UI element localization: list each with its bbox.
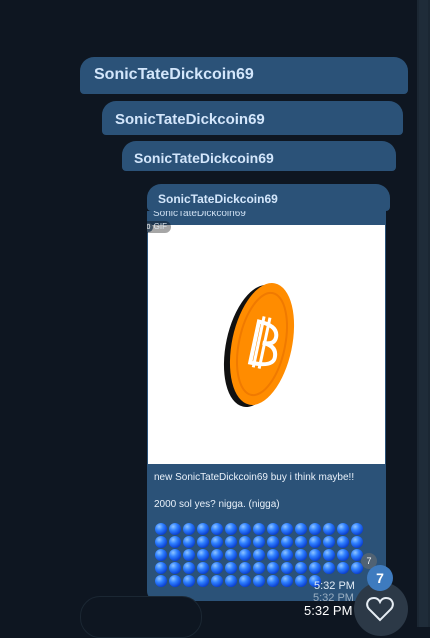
blue-circle-emoji-icon xyxy=(239,575,251,587)
blue-circle-emoji-icon xyxy=(253,536,265,548)
message-bubble[interactable]: SonicTateDickcoin69 GIF 0 new SonicTateD… xyxy=(147,211,386,601)
blue-circle-emoji-icon xyxy=(351,536,363,548)
blue-circle-emoji-icon xyxy=(295,536,307,548)
blue-circle-emoji-icon xyxy=(295,549,307,561)
blue-circle-emoji-icon xyxy=(211,575,223,587)
emoji-grid xyxy=(155,523,375,587)
blue-circle-emoji-icon xyxy=(197,536,209,548)
quoted-sender-3[interactable]: SonicTateDickcoin69 xyxy=(122,141,396,171)
blue-circle-emoji-icon xyxy=(225,523,237,535)
blue-circle-emoji-icon xyxy=(337,549,349,561)
blue-circle-emoji-icon xyxy=(281,562,293,574)
blue-circle-emoji-icon xyxy=(309,536,321,548)
blue-circle-emoji-icon xyxy=(183,549,195,561)
blue-circle-emoji-icon xyxy=(309,562,321,574)
blue-circle-emoji-icon xyxy=(239,562,251,574)
blue-circle-emoji-icon xyxy=(183,575,195,587)
blue-circle-emoji-icon xyxy=(225,575,237,587)
blue-circle-emoji-icon xyxy=(323,536,335,548)
blue-circle-emoji-icon xyxy=(225,549,237,561)
blue-circle-emoji-icon xyxy=(155,523,167,535)
blue-circle-emoji-icon xyxy=(155,575,167,587)
blue-circle-emoji-icon xyxy=(281,575,293,587)
quoted-sender-2[interactable]: SonicTateDickcoin69 xyxy=(102,101,403,135)
blue-circle-emoji-icon xyxy=(267,549,279,561)
blue-circle-emoji-icon xyxy=(281,523,293,535)
blue-circle-emoji-icon xyxy=(211,562,223,574)
quoted-sender-1[interactable]: SonicTateDickcoin69 xyxy=(80,57,408,94)
blue-circle-emoji-icon xyxy=(225,536,237,548)
blue-circle-emoji-icon xyxy=(323,549,335,561)
message-text-line-2: 2000 sol yes? nigga. (nigga) xyxy=(154,499,280,510)
blue-circle-emoji-icon xyxy=(295,575,307,587)
blue-circle-emoji-icon xyxy=(351,523,363,535)
blue-circle-emoji-icon xyxy=(337,523,349,535)
blue-circle-emoji-icon xyxy=(183,536,195,548)
blue-circle-emoji-icon xyxy=(197,575,209,587)
reaction-count-badge[interactable]: 7 xyxy=(367,565,393,591)
blue-circle-emoji-icon xyxy=(295,562,307,574)
blue-circle-emoji-icon xyxy=(211,536,223,548)
sender-name-cropped: SonicTateDickcoin69 xyxy=(153,211,246,219)
blue-circle-emoji-icon xyxy=(239,523,251,535)
blue-circle-emoji-icon xyxy=(309,523,321,535)
blue-circle-emoji-icon xyxy=(267,562,279,574)
blue-circle-emoji-icon xyxy=(169,575,181,587)
blue-circle-emoji-icon xyxy=(169,549,181,561)
blue-circle-emoji-icon xyxy=(323,523,335,535)
blue-circle-emoji-icon xyxy=(323,562,335,574)
blue-circle-emoji-icon xyxy=(211,549,223,561)
message-input-edge[interactable] xyxy=(80,596,202,638)
scrollbar-track[interactable] xyxy=(417,0,430,627)
blue-circle-emoji-icon xyxy=(281,536,293,548)
blue-circle-emoji-icon xyxy=(309,549,321,561)
blue-circle-emoji-icon xyxy=(169,536,181,548)
blue-circle-emoji-icon xyxy=(169,562,181,574)
blue-circle-emoji-icon xyxy=(267,536,279,548)
blue-circle-emoji-icon xyxy=(253,523,265,535)
blue-circle-emoji-icon xyxy=(225,562,237,574)
message-time: 5:32 PM xyxy=(314,580,355,592)
scrollbar-thumb[interactable] xyxy=(419,0,428,627)
blue-circle-emoji-icon xyxy=(253,549,265,561)
blue-circle-emoji-icon xyxy=(253,562,265,574)
message-text-line-1: new SonicTateDickcoin69 buy i think mayb… xyxy=(154,472,355,483)
blue-circle-emoji-icon xyxy=(239,536,251,548)
blue-circle-emoji-icon xyxy=(197,562,209,574)
message-time-outer: 5:32 PM xyxy=(304,603,353,618)
gif-coin-image[interactable] xyxy=(148,225,385,464)
blue-circle-emoji-icon xyxy=(183,523,195,535)
blue-circle-emoji-icon xyxy=(155,562,167,574)
blue-circle-emoji-icon xyxy=(197,523,209,535)
blue-circle-emoji-icon xyxy=(267,523,279,535)
blue-circle-emoji-icon xyxy=(239,549,251,561)
blue-circle-emoji-icon xyxy=(155,536,167,548)
blue-circle-emoji-icon xyxy=(253,575,265,587)
blue-circle-emoji-icon xyxy=(155,549,167,561)
blue-circle-emoji-icon xyxy=(337,562,349,574)
blue-circle-emoji-icon xyxy=(281,549,293,561)
blue-circle-emoji-icon xyxy=(211,523,223,535)
blue-circle-emoji-icon xyxy=(295,523,307,535)
blue-circle-emoji-icon xyxy=(169,523,181,535)
heart-icon[interactable] xyxy=(366,596,394,622)
blue-circle-emoji-icon xyxy=(197,549,209,561)
coin-icon xyxy=(223,283,295,407)
quoted-sender-4[interactable]: SonicTateDickcoin69 xyxy=(147,184,390,211)
blue-circle-emoji-icon xyxy=(337,536,349,548)
blue-circle-emoji-icon xyxy=(183,562,195,574)
blue-circle-emoji-icon xyxy=(267,575,279,587)
